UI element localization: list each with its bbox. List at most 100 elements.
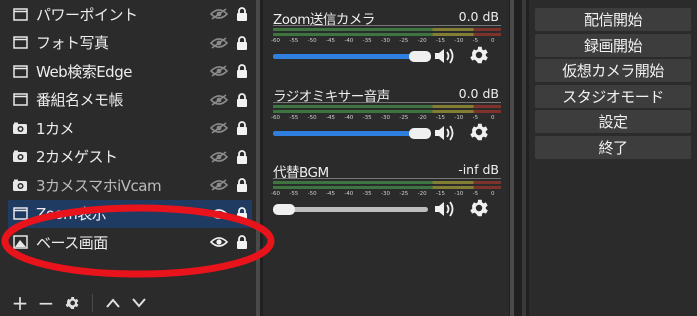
lock-toggle[interactable]	[232, 149, 252, 164]
speaker-icon	[435, 201, 454, 217]
lock-toggle[interactable]	[232, 206, 252, 221]
channel-settings-button[interactable]	[468, 121, 490, 147]
level-meter	[273, 33, 501, 36]
settings-button[interactable]: 設定	[535, 110, 691, 133]
meter-scale: -60 -55 -50 -45 -40 -35 -30 -25 -20 -15 -10 -5 0	[271, 191, 501, 199]
lock-icon	[237, 149, 247, 164]
volume-slider[interactable]	[273, 204, 428, 215]
visibility-toggle[interactable]	[206, 37, 232, 49]
gear-icon	[65, 297, 79, 309]
lock-toggle[interactable]	[232, 178, 252, 193]
visibility-toggle[interactable]	[206, 122, 232, 134]
source-item[interactable]: 1カメ	[8, 114, 252, 143]
eye-hidden-icon	[210, 8, 228, 20]
start-virtual-camera-button[interactable]: 仮想カメラ開始	[535, 59, 691, 82]
source-type	[8, 93, 32, 106]
mixer-scrollbar[interactable]	[510, 0, 514, 316]
mixer-channel: Zoom送信カメラ 0.0 dB -60 -55 -50 -45 -40 -35 -30 -25-…	[263, 0, 509, 70]
visibility-toggle[interactable]	[206, 236, 232, 248]
lock-toggle[interactable]	[232, 121, 252, 136]
source-item[interactable]: フォト写真	[8, 29, 252, 58]
volume-slider-handle[interactable]	[409, 128, 431, 139]
window-capture-icon	[12, 207, 28, 220]
level-meter	[273, 186, 501, 189]
eye-hidden-icon	[210, 94, 228, 106]
source-item[interactable]: Zoom表示	[8, 199, 252, 228]
lock-toggle[interactable]	[232, 7, 252, 22]
sources-panel: パワーポイントフォト写真 Web検索Edge 番組名メモ帳 1カメ 2カメゲスト 3カメス…	[0, 0, 256, 316]
source-properties-button[interactable]	[62, 292, 82, 314]
chevron-down-icon	[132, 298, 146, 308]
exit-button[interactable]: 終了	[535, 135, 691, 159]
source-item[interactable]: 3カメスマホiVcam	[8, 171, 252, 200]
visibility-toggle[interactable]	[206, 151, 232, 163]
meter-scale: -60 -55 -50 -45 -40 -35 -30 -25 -20 -15 -10 -5 0	[271, 115, 501, 123]
source-item[interactable]: 番組名メモ帳	[8, 86, 252, 115]
start-recording-button[interactable]: 録画開始	[535, 33, 691, 57]
lock-toggle[interactable]	[232, 35, 252, 50]
visibility-toggle[interactable]	[206, 94, 232, 106]
gear-icon	[470, 46, 488, 64]
visibility-toggle[interactable]	[206, 208, 232, 220]
chevron-up-icon	[106, 298, 120, 308]
volume-slider-handle[interactable]	[273, 204, 295, 215]
sources-toolbar: + −	[0, 290, 256, 316]
eye-hidden-icon	[210, 179, 228, 191]
window-capture-icon	[12, 8, 28, 21]
meter-tick-label: -25	[399, 191, 409, 197]
meter-tick-label: -60	[271, 115, 280, 121]
source-item[interactable]: Web検索Edge	[8, 57, 252, 86]
add-source-button[interactable]: +	[10, 292, 30, 314]
start-streaming-button[interactable]: 配信開始	[535, 8, 691, 31]
speaker-icon	[435, 48, 454, 64]
visibility-toggle[interactable]	[206, 8, 232, 20]
visibility-toggle[interactable]	[206, 179, 232, 191]
meter-tick-label: -35	[362, 115, 372, 121]
volume-slider[interactable]	[273, 51, 431, 62]
panel-divider[interactable]	[522, 0, 526, 316]
lock-icon	[237, 178, 247, 193]
source-type	[8, 8, 32, 21]
channel-underline	[273, 178, 501, 179]
meter-tick-label: -55	[289, 38, 299, 44]
source-name: 2カメゲスト	[36, 148, 118, 167]
lock-toggle[interactable]	[232, 64, 252, 79]
source-item[interactable]: 2カメゲスト	[8, 143, 252, 172]
meter-tick-label: -25	[399, 115, 409, 121]
meter-tick-label: -30	[381, 191, 390, 197]
gear-icon	[470, 199, 488, 217]
mute-button[interactable]	[433, 200, 459, 222]
volume-slider-handle[interactable]	[409, 51, 431, 62]
controls-panel: 配信開始 録画開始 仮想カメラ開始 スタジオモード 設定 終了	[529, 0, 697, 316]
source-name: フォト写真	[36, 34, 109, 53]
panel-divider[interactable]	[256, 0, 260, 316]
audio-mixer: Zoom送信カメラ 0.0 dB -60 -55 -50 -45 -40 -35 -30 -25-…	[263, 0, 509, 316]
source-type	[8, 65, 32, 78]
source-type	[8, 235, 32, 249]
eye-hidden-icon	[210, 151, 228, 163]
source-item[interactable]: パワーポイント	[8, 0, 252, 29]
studio-mode-button[interactable]: スタジオモード	[535, 84, 691, 108]
lock-icon	[237, 64, 247, 79]
channel-settings-button[interactable]	[468, 44, 490, 70]
move-source-down-button[interactable]	[129, 292, 149, 314]
lock-toggle[interactable]	[232, 92, 252, 107]
volume-slider[interactable]	[273, 128, 431, 139]
move-source-up-button[interactable]	[103, 292, 123, 314]
window-capture-icon	[12, 65, 28, 78]
meter-tick-label: 0	[491, 115, 495, 121]
source-list: パワーポイントフォト写真 Web検索Edge 番組名メモ帳 1カメ 2カメゲスト 3カメス…	[8, 0, 252, 290]
meter-tick-label: -35	[362, 191, 372, 197]
source-item[interactable]: ベース画面	[8, 228, 252, 257]
lock-icon	[237, 235, 247, 250]
source-name: Web検索Edge	[36, 62, 132, 81]
lock-icon	[237, 35, 247, 50]
mute-button[interactable]	[433, 47, 459, 69]
meter-tick-label: -20	[417, 115, 427, 121]
visibility-toggle[interactable]	[206, 65, 232, 77]
mute-button[interactable]	[433, 124, 459, 146]
remove-source-button[interactable]: −	[36, 292, 56, 314]
lock-toggle[interactable]	[232, 235, 252, 250]
channel-settings-button[interactable]	[468, 197, 490, 223]
meter-tick-label: 0	[491, 191, 495, 197]
